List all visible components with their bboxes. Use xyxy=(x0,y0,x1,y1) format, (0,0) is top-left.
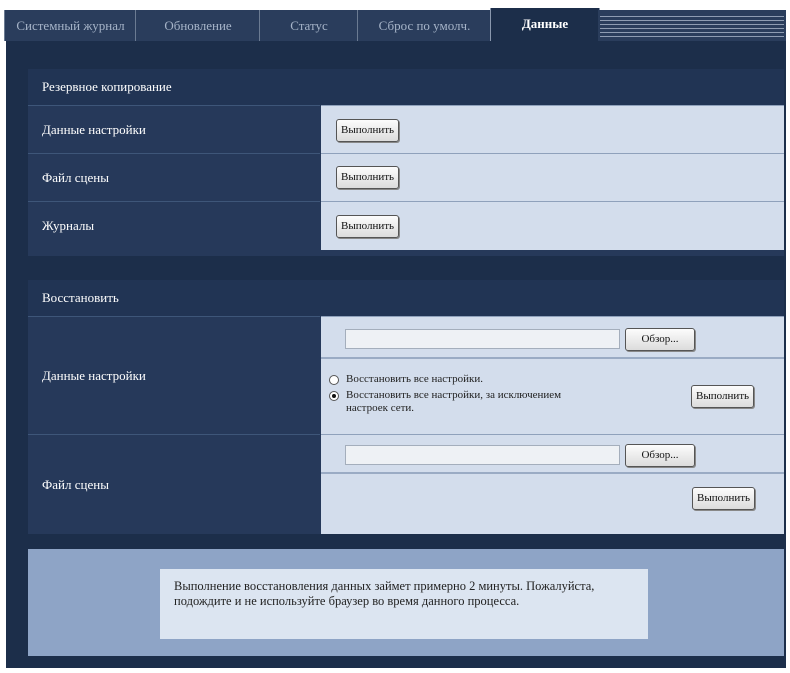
restore-scene-label: Файл сцены xyxy=(28,434,320,534)
tab-data[interactable]: Данные xyxy=(490,8,600,41)
backup-scene-cell: Выполнить xyxy=(321,153,784,201)
backup-logs-cell: Выполнить xyxy=(321,201,784,250)
restore-row-scene: Файл сцены Обзор... Выполнить xyxy=(28,434,784,534)
backup-settings-execute-button[interactable]: Выполнить xyxy=(336,119,400,142)
restore-settings-label: Данные настройки xyxy=(28,316,320,434)
restore-option-all-label: Восстановить все настройки. xyxy=(346,373,483,385)
restore-scene-cell: Обзор... Выполнить xyxy=(321,434,784,534)
restore-scene-browse-button[interactable]: Обзор... xyxy=(625,444,695,467)
backup-scene-execute-button[interactable]: Выполнить xyxy=(336,166,400,189)
restore-section-title: Восстановить xyxy=(28,280,784,316)
restore-section: Восстановить Данные настройки Обзор... В… xyxy=(28,280,784,534)
backup-row-logs: Журналы Выполнить xyxy=(28,201,784,250)
restore-option-all[interactable]: Восстановить все настройки. xyxy=(329,373,483,385)
restore-settings-divider xyxy=(321,357,784,359)
restore-settings-cell: Обзор... Восстановить все настройки. Вос… xyxy=(321,316,784,434)
restore-duration-notice: Выполнение восстановления данных займет … xyxy=(160,569,648,639)
restore-scene-file-input[interactable] xyxy=(345,445,620,465)
tab-bar: Системный журнал Обновление Статус Сброс… xyxy=(4,6,786,41)
restore-scene-divider xyxy=(321,472,784,474)
backup-row-settings: Данные настройки Выполнить xyxy=(28,105,784,153)
backup-section-title: Резервное копирование xyxy=(28,69,784,105)
backup-settings-cell: Выполнить xyxy=(321,105,784,153)
restore-settings-browse-button[interactable]: Обзор... xyxy=(625,328,695,351)
backup-logs-label: Журналы xyxy=(28,201,320,250)
backup-row-scene: Файл сцены Выполнить xyxy=(28,153,784,201)
tab-bar-filler xyxy=(598,10,786,41)
restore-settings-execute-button[interactable]: Выполнить xyxy=(691,385,755,408)
backup-settings-label: Данные настройки xyxy=(28,105,320,153)
restore-option-all-radio[interactable] xyxy=(329,375,339,385)
restore-scene-execute-button[interactable]: Выполнить xyxy=(692,487,756,510)
backup-logs-execute-button[interactable]: Выполнить xyxy=(336,215,400,238)
tab-default-reset[interactable]: Сброс по умолч. xyxy=(357,10,491,41)
backup-section: Резервное копирование Данные настройки В… xyxy=(28,69,784,256)
restore-option-except-network[interactable]: Восстановить все настройки, за исключени… xyxy=(329,389,579,415)
backup-scene-label: Файл сцены xyxy=(28,153,320,201)
content-frame: Резервное копирование Данные настройки В… xyxy=(6,41,786,668)
restore-row-settings: Данные настройки Обзор... Восстановить в… xyxy=(28,316,784,434)
restore-option-except-network-label: Восстановить все настройки, за исключени… xyxy=(346,389,562,414)
restore-option-except-network-radio[interactable] xyxy=(329,391,339,401)
tab-system-log[interactable]: Системный журнал xyxy=(4,10,136,41)
tab-status[interactable]: Статус xyxy=(259,10,358,41)
tab-update[interactable]: Обновление xyxy=(135,10,260,41)
restore-settings-file-input[interactable] xyxy=(345,329,620,349)
notice-band: Выполнение восстановления данных займет … xyxy=(28,549,784,656)
